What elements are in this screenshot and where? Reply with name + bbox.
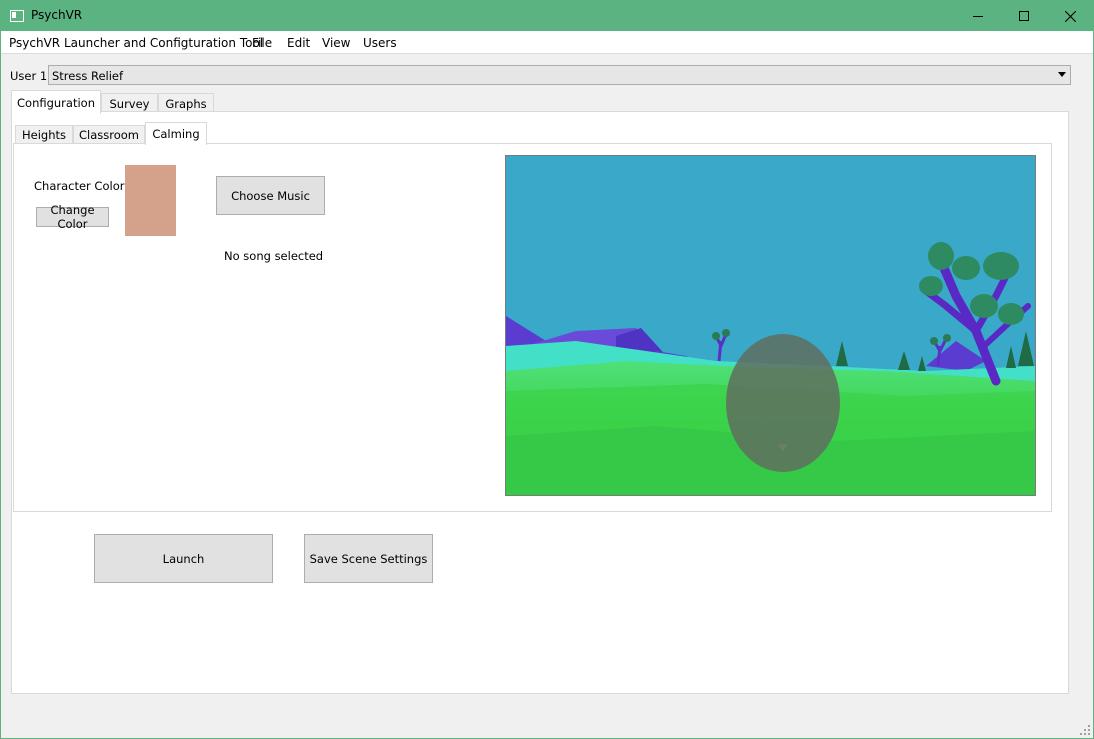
choose-music-button[interactable]: Choose Music [216,176,325,215]
close-button[interactable] [1047,1,1093,31]
chevron-down-icon[interactable] [1058,72,1066,77]
maximize-button[interactable] [1001,1,1047,31]
subtab-calming-label: Calming [152,127,200,141]
save-scene-settings-button[interactable]: Save Scene Settings [304,534,433,583]
subtab-classroom-label: Classroom [78,128,139,142]
resize-grip-icon[interactable] [1080,725,1090,735]
character-color-label: Character Color [34,179,125,193]
subtab-heights[interactable]: Heights [15,125,73,145]
scenario-select-value: Stress Relief [52,69,124,83]
subtab-classroom[interactable]: Classroom [73,125,145,145]
menu-bar: PsychVR Launcher and Configturation Tool… [1,31,1093,53]
character-color-swatch [125,165,176,236]
title-bar[interactable]: PsychVR [1,1,1093,31]
menu-divider [1,53,1093,54]
scenario-select[interactable]: Stress Relief [48,65,1071,85]
change-color-button[interactable]: Change Color [36,203,109,231]
menu-view[interactable]: View [322,36,350,50]
menu-app-launcher[interactable]: PsychVR Launcher and Configturation Tool [9,36,263,50]
menu-users[interactable]: Users [363,36,397,50]
scene-preview-image [506,156,1035,495]
menu-edit[interactable]: Edit [287,36,310,50]
subtab-calming[interactable]: Calming [145,122,207,145]
tab-survey-label: Survey [109,96,150,111]
tab-configuration[interactable]: Configuration [11,90,101,114]
close-icon [1064,10,1076,22]
minimize-button[interactable] [955,1,1001,31]
tab-graphs-label: Graphs [165,96,207,111]
menu-file[interactable]: File [252,36,272,50]
app-window-icon [10,10,24,22]
launch-button[interactable]: Launch [94,534,273,583]
minimize-icon [973,16,983,17]
song-status-text: No song selected [224,249,324,263]
window-title: PsychVR [31,8,83,22]
maximize-icon [1019,11,1029,21]
tab-configuration-label: Configuration [17,95,95,110]
user-label: User 1 [10,69,48,83]
scene-preview [505,155,1036,496]
subtab-heights-label: Heights [21,128,66,142]
app-window: PsychVR PsychVR Launcher and Configturat… [0,0,1094,739]
